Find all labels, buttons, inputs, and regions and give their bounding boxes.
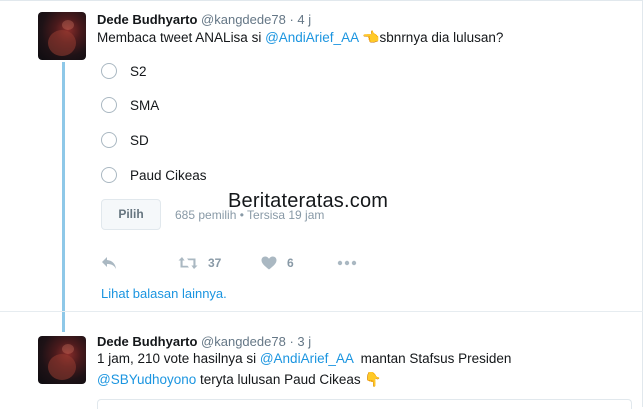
mention-link[interactable]: @SBYudhoyono [97, 372, 196, 387]
tweet-text-line-1: 1 jam, 210 vote hasilnya si @AndiArief_A… [97, 349, 511, 369]
more-icon[interactable] [337, 260, 357, 266]
watermark: Beritateratas.com [228, 190, 389, 212]
poll-option-s2[interactable]: S2 [101, 61, 147, 81]
radio-icon[interactable] [101, 132, 117, 148]
tweet-text-part: mantan Stafsus Presiden [353, 351, 512, 366]
retweet-count: 37 [208, 256, 222, 270]
mention-link[interactable]: @AndiArief_AA [265, 30, 358, 45]
poll-option-sma[interactable]: SMA [101, 95, 159, 115]
timestamp[interactable]: 3 j [297, 334, 311, 349]
author-name[interactable]: Dede Budhyarto [97, 12, 197, 27]
timestamp[interactable]: 4 j [297, 12, 311, 27]
pointing-down-emoji: 👇 [364, 371, 382, 387]
top-border [0, 0, 643, 1]
radio-icon[interactable] [101, 97, 117, 113]
reply-icon[interactable] [101, 256, 117, 270]
tweet-text-part: teryta lulusan Paud Cikeas [196, 372, 361, 387]
author-name[interactable]: Dede Budhyarto [97, 334, 197, 349]
pointing-left-emoji: 👈 [362, 29, 380, 45]
thread-connector [62, 62, 65, 332]
tweet-header: Dede Budhyarto @kangdede78 · 3 j [97, 334, 311, 349]
tweet-header: Dede Budhyarto @kangdede78 · 4 j [97, 12, 311, 27]
like-count: 6 [287, 256, 294, 270]
avatar[interactable] [38, 336, 86, 384]
avatar[interactable] [38, 12, 86, 60]
tweet-text-part: sbnrnya dia lulusan? [379, 30, 504, 45]
separator-dot: · [289, 12, 294, 27]
heart-icon[interactable] [261, 256, 277, 270]
attached-card[interactable] [97, 399, 632, 409]
separator-dot: · [289, 334, 294, 349]
tweet-text-part: 1 jam, 210 vote hasilnya si [97, 351, 260, 366]
radio-icon[interactable] [101, 167, 117, 183]
tweet-text: Membaca tweet ANALisa si @AndiArief_AA 👈… [97, 28, 503, 48]
poll-option-label: S2 [130, 63, 147, 79]
poll-option-label: SMA [130, 97, 160, 113]
like-button[interactable]: 6 [261, 254, 294, 272]
more-replies-link[interactable]: Lihat balasan lainnya. [101, 286, 227, 301]
tweet-divider [0, 311, 643, 312]
poll-option-sd[interactable]: SD [101, 130, 149, 150]
poll-option-paud-cikeas[interactable]: Paud Cikeas [101, 165, 207, 185]
vote-button[interactable]: Pilih [101, 199, 161, 230]
mention-link[interactable]: @AndiArief_AA [260, 351, 353, 366]
retweet-button[interactable]: 37 [178, 254, 221, 272]
poll-option-label: Paud Cikeas [130, 167, 207, 183]
author-handle[interactable]: @kangdede78 [201, 12, 286, 27]
reply-button[interactable] [101, 254, 117, 272]
tweet-text-line-2: @SBYudhoyono teryta lulusan Paud Cikeas … [97, 370, 382, 390]
tweet-text-part: Membaca tweet ANALisa si [97, 30, 266, 45]
radio-icon[interactable] [101, 63, 117, 79]
retweet-icon[interactable] [178, 256, 198, 270]
author-handle[interactable]: @kangdede78 [201, 334, 286, 349]
poll-option-label: SD [130, 132, 149, 148]
more-button[interactable] [337, 254, 357, 272]
